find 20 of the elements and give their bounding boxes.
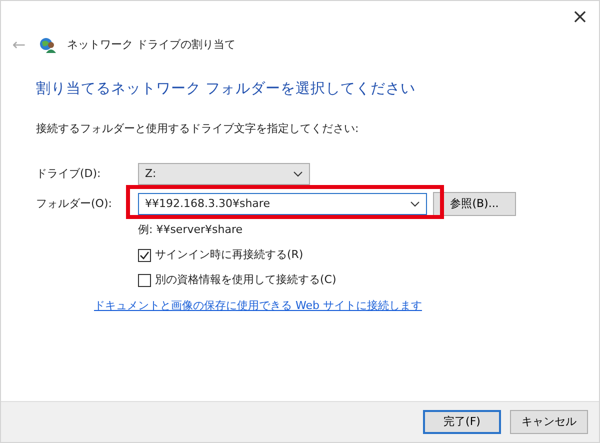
checkbox-label: サインイン時に再接続する(R) bbox=[155, 246, 304, 263]
drive-dropdown[interactable]: Z: bbox=[138, 163, 310, 186]
folder-label: フォルダー(O): bbox=[36, 196, 113, 212]
window-title: ネットワーク ドライブの割り当て bbox=[67, 36, 236, 53]
checkbox[interactable] bbox=[138, 274, 151, 287]
dialog-heading: 割り当てるネットワーク フォルダーを選択してください bbox=[36, 80, 417, 99]
caret-icon bbox=[293, 171, 303, 178]
caret-icon bbox=[410, 201, 420, 208]
drive-label: ドライブ(D): bbox=[36, 166, 102, 182]
close-button[interactable]: × bbox=[567, 3, 593, 29]
example-text: 例: ¥¥server¥share bbox=[138, 222, 244, 238]
browse-button[interactable]: 参照(B)... bbox=[433, 192, 516, 216]
network-drive-icon bbox=[39, 37, 57, 53]
web-site-link[interactable]: ドキュメントと画像の保存に使用できる Web サイトに接続します bbox=[94, 298, 422, 314]
finish-button[interactable]: 完了(F) bbox=[423, 410, 501, 434]
checkbox[interactable] bbox=[138, 248, 151, 262]
instruction-text: 接続するフォルダーと使用するドライブ文字を指定してください: bbox=[36, 120, 360, 137]
cancel-button[interactable]: キャンセル bbox=[510, 410, 588, 434]
folder-combo-field[interactable]: ¥¥192.168.3.30¥share bbox=[138, 193, 427, 216]
checkbox-label: 別の資格情報を使用して接続する(C) bbox=[155, 272, 336, 288]
